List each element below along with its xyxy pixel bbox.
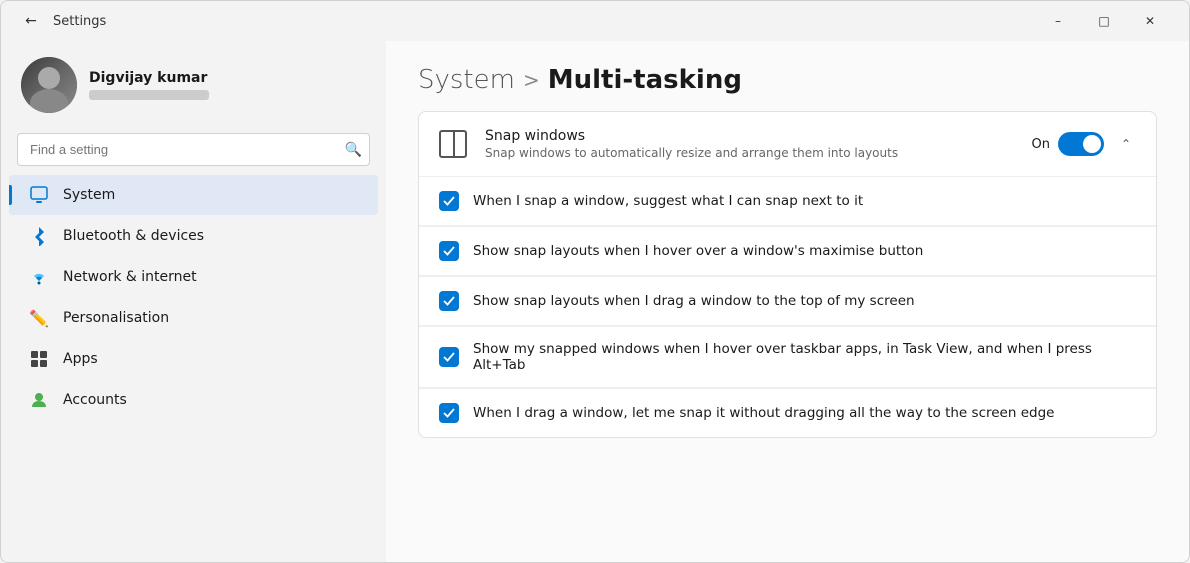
sidebar-item-personalisation-label: Personalisation: [63, 310, 169, 326]
sidebar-item-bluetooth[interactable]: Bluetooth & devices: [9, 216, 378, 256]
avatar-image: [21, 57, 77, 113]
user-name: Digvijay kumar: [89, 70, 209, 86]
sidebar-item-network-label: Network & internet: [63, 269, 197, 285]
accounts-icon: [29, 390, 49, 410]
sidebar-item-apps-label: Apps: [63, 351, 98, 367]
checkbox-item-0: When I snap a window, suggest what I can…: [419, 177, 1156, 226]
maximize-button[interactable]: □: [1081, 5, 1127, 37]
checkbox-label-0: When I snap a window, suggest what I can…: [473, 193, 863, 209]
checkbox-label-3: Show my snapped windows when I hover ove…: [473, 341, 1140, 373]
titlebar-title: Settings: [53, 14, 106, 29]
checkbox-item-4: When I drag a window, let me snap it wit…: [419, 389, 1156, 437]
checkbox-label-1: Show snap layouts when I hover over a wi…: [473, 243, 923, 259]
checkbox-drag-top[interactable]: [439, 291, 459, 311]
sidebar-item-system[interactable]: System: [9, 175, 378, 215]
checkbox-hover-taskbar[interactable]: [439, 347, 459, 367]
snap-windows-status: On: [1032, 137, 1050, 152]
apps-icon: [29, 349, 49, 369]
avatar: [21, 57, 77, 113]
back-button[interactable]: ←: [17, 7, 45, 35]
snap-windows-icon: [439, 130, 467, 158]
system-icon: [29, 185, 49, 205]
checkbox-hover-maximise[interactable]: [439, 241, 459, 261]
snap-windows-toggle[interactable]: [1058, 132, 1104, 156]
settings-window: ← Settings – □ ✕ Digvijay kumar: [0, 0, 1190, 563]
titlebar: ← Settings – □ ✕: [1, 1, 1189, 41]
checkbox-suggest-snap[interactable]: [439, 191, 459, 211]
sidebar-item-accounts[interactable]: Accounts: [9, 380, 378, 420]
search-icon[interactable]: 🔍: [345, 142, 362, 158]
network-icon: [29, 267, 49, 287]
checkbox-item-2: Show snap layouts when I drag a window t…: [419, 277, 1156, 326]
sidebar-item-bluetooth-label: Bluetooth & devices: [63, 228, 204, 244]
nav-list: System Bluetooth & devices: [1, 174, 386, 554]
sidebar-item-personalisation[interactable]: ✏️ Personalisation: [9, 298, 378, 338]
checkbox-drag-edge[interactable]: [439, 403, 459, 423]
snap-windows-control: On ⌃: [1032, 130, 1140, 158]
sidebar-item-accounts-label: Accounts: [63, 392, 127, 408]
checkbox-item-3: Show my snapped windows when I hover ove…: [419, 327, 1156, 388]
user-info: Digvijay kumar: [89, 70, 209, 100]
sidebar-item-apps[interactable]: Apps: [9, 339, 378, 379]
snap-icon-box: [435, 126, 471, 162]
user-subtitle: [89, 90, 209, 100]
snap-windows-title: Snap windows: [485, 128, 1018, 144]
window-controls: – □ ✕: [1035, 5, 1173, 37]
sidebar-item-network[interactable]: Network & internet: [9, 257, 378, 297]
snap-windows-expand[interactable]: ⌃: [1112, 130, 1140, 158]
personalisation-icon: ✏️: [29, 308, 49, 328]
snap-windows-text: Snap windows Snap windows to automatical…: [485, 128, 1018, 160]
main-content: System > Multi-tasking Snap windows Snap…: [386, 41, 1189, 562]
sidebar: Digvijay kumar 🔍 Syst: [1, 41, 386, 562]
breadcrumb-separator: >: [523, 68, 540, 92]
checkbox-label-4: When I drag a window, let me snap it wit…: [473, 405, 1054, 421]
close-button[interactable]: ✕: [1127, 5, 1173, 37]
breadcrumb-current: Multi-tasking: [548, 65, 742, 95]
settings-list: Snap windows Snap windows to automatical…: [418, 111, 1157, 438]
checkbox-label-2: Show snap layouts when I drag a window t…: [473, 293, 915, 309]
search-input[interactable]: [17, 133, 370, 166]
snap-windows-setting: Snap windows Snap windows to automatical…: [419, 112, 1156, 177]
user-profile[interactable]: Digvijay kumar: [1, 41, 386, 129]
bluetooth-icon: [29, 226, 49, 246]
breadcrumb: System > Multi-tasking: [418, 65, 1157, 95]
checkbox-item-1: Show snap layouts when I hover over a wi…: [419, 227, 1156, 276]
minimize-button[interactable]: –: [1035, 5, 1081, 37]
search-box: 🔍: [17, 133, 370, 166]
sidebar-item-system-label: System: [63, 187, 115, 203]
content-area: Digvijay kumar 🔍 Syst: [1, 41, 1189, 562]
breadcrumb-parent[interactable]: System: [418, 65, 515, 95]
snap-windows-desc: Snap windows to automatically resize and…: [485, 146, 1018, 160]
